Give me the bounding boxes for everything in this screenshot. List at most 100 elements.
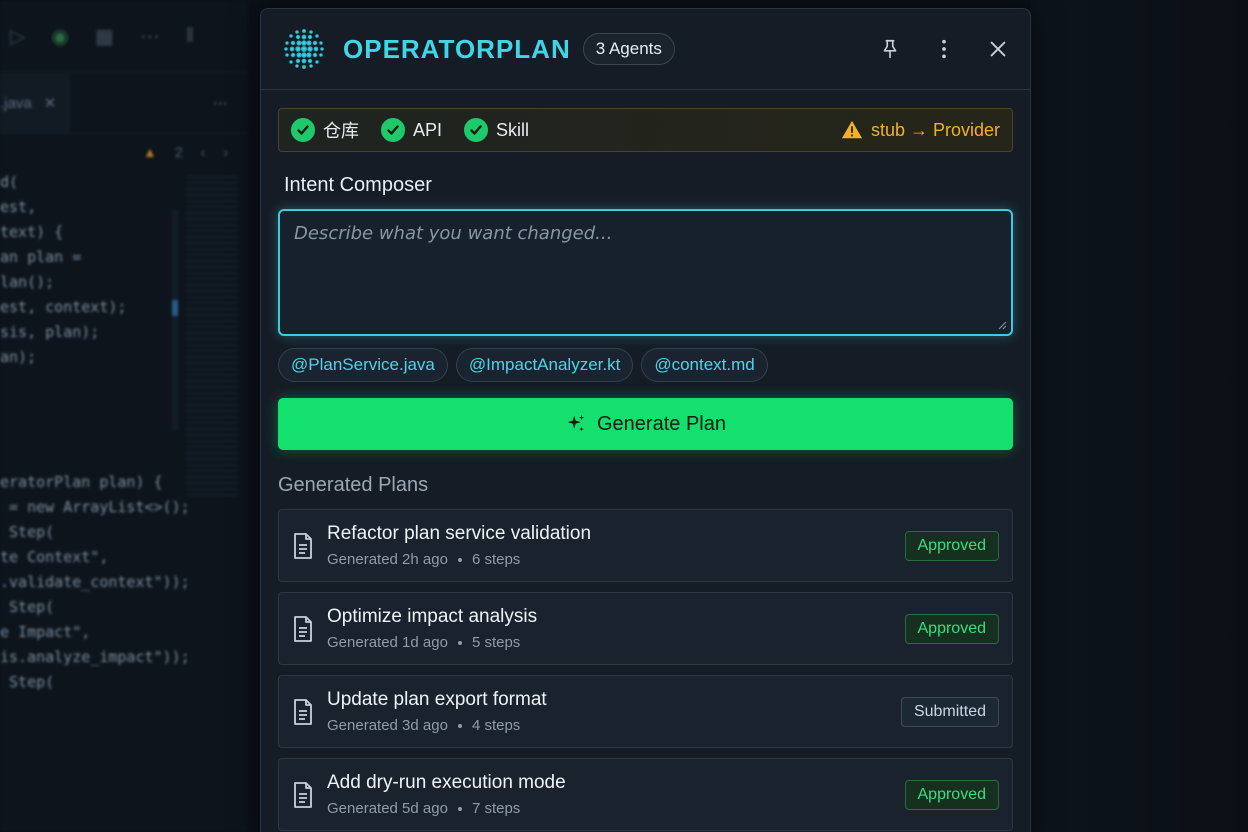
- context-chips: @PlanService.java @ImpactAnalyzer.kt @co…: [278, 348, 1013, 382]
- code-line: is.analyze_impact"));: [0, 648, 190, 666]
- intent-composer-label: Intent Composer: [284, 174, 432, 196]
- plan-item[interactable]: Update plan export format Generated 3d a…: [278, 675, 1013, 748]
- context-chip[interactable]: @PlanService.java: [278, 348, 448, 382]
- plan-steps: 4 steps: [471, 717, 521, 734]
- plan-title: Refactor plan service validation: [327, 523, 592, 544]
- code-line: e Impact",: [0, 623, 91, 641]
- plan-title: Optimize impact analysis: [327, 606, 538, 627]
- separator-dot: [457, 557, 462, 562]
- status-item-skill: Skill: [464, 118, 529, 142]
- pin-icon: [883, 39, 897, 59]
- code-line: Step(: [0, 673, 55, 691]
- check-circle-icon: [291, 118, 315, 142]
- status-badge: Submitted: [900, 696, 999, 727]
- plan-text: Add dry-run execution mode Generated 5d …: [327, 772, 566, 817]
- columns-icon: ‖: [185, 24, 195, 47]
- plan-age: Generated 2h ago: [327, 551, 448, 568]
- background-right: [1031, 0, 1248, 832]
- logo-icon: [281, 26, 327, 72]
- code-line: Step(: [0, 598, 55, 616]
- agents-badge[interactable]: 3 Agents: [582, 33, 675, 65]
- code-line: te Context",: [0, 548, 109, 566]
- grid-icon: ▦: [94, 25, 114, 48]
- plan-title: Add dry-run execution mode: [327, 772, 566, 793]
- status-warning[interactable]: stub → Provider: [841, 119, 1000, 141]
- close-icon: ✕: [43, 95, 57, 112]
- status-badge: Approved: [904, 613, 999, 644]
- plan-item[interactable]: Refactor plan service validation Generat…: [278, 509, 1013, 582]
- run-icon: ▷: [10, 25, 26, 48]
- app-title: OPERATORPLAN: [343, 33, 571, 64]
- plan-age: Generated 5d ago: [327, 800, 448, 817]
- check-circle-icon: [381, 118, 405, 142]
- plan-steps: 6 steps: [471, 551, 521, 568]
- status-label: API: [413, 119, 443, 140]
- more-icon: ⋯: [139, 25, 160, 48]
- close-button[interactable]: [986, 37, 1010, 61]
- ide-toolbar: ▷ ◉ ▦ ⋯ ‖: [0, 0, 248, 72]
- separator-dot: [457, 723, 462, 728]
- check-circle-icon: [464, 118, 489, 142]
- plan-meta: Generated 5d ago 7 steps: [327, 800, 566, 817]
- intent-composer: [278, 209, 1013, 336]
- context-chip[interactable]: @ImpactAnalyzer.kt: [455, 348, 634, 382]
- close-icon: [990, 41, 1006, 57]
- separator-dot: [457, 640, 462, 645]
- header-actions: [878, 37, 1010, 61]
- minimap: [186, 176, 238, 496]
- plan-text: Refactor plan service validation Generat…: [327, 523, 591, 568]
- context-chip[interactable]: @context.md: [641, 348, 768, 382]
- plan-title: Update plan export format: [327, 689, 547, 710]
- ide-tabbar: .java ✕ ⋯: [0, 72, 248, 134]
- plan-meta: Generated 1d ago 5 steps: [327, 634, 537, 651]
- plan-list: Refactor plan service validation Generat…: [278, 509, 1013, 831]
- warning-icon: ▲: [143, 144, 157, 160]
- plan-item[interactable]: Add dry-run execution mode Generated 5d …: [278, 758, 1013, 831]
- separator-dot: [457, 806, 462, 811]
- pin-button[interactable]: [878, 37, 902, 61]
- intent-input[interactable]: [280, 211, 1011, 334]
- panel-content: 仓库 API Skill stub → Provider Intent Comp…: [261, 90, 1030, 831]
- status-label: 仓库: [323, 121, 359, 141]
- code-line: = new ArrayList<>();: [0, 498, 190, 516]
- plan-age: Generated 1d ago: [327, 634, 448, 651]
- status-bar: 仓库 API Skill stub → Provider: [278, 108, 1013, 152]
- scrollbar: [172, 210, 178, 430]
- code-line: .validate_context"));: [0, 573, 190, 591]
- plan-meta: Generated 3d ago 4 steps: [327, 717, 547, 734]
- status-badge: Approved: [904, 779, 999, 810]
- plan-steps: 5 steps: [471, 634, 521, 651]
- status-label: Skill: [496, 119, 530, 140]
- document-icon: [294, 532, 312, 559]
- debug-icon: ◉: [51, 25, 69, 48]
- status-item-repo: 仓库: [291, 117, 359, 143]
- sparkles-icon: [567, 414, 585, 432]
- ide-tab: .java ✕: [0, 72, 71, 134]
- plan-age: Generated 3d ago: [327, 717, 448, 734]
- generate-plan-label: Generate Plan: [597, 412, 726, 435]
- status-badge: Approved: [904, 530, 999, 561]
- chevron-right-icon: ›: [223, 144, 228, 160]
- panel-header: OPERATORPLAN 3 Agents: [261, 9, 1030, 90]
- generate-plan-button[interactable]: Generate Plan: [278, 398, 1013, 450]
- generated-plans-label: Generated Plans: [278, 474, 429, 496]
- status-item-api: API: [381, 118, 442, 142]
- ide-background: ▷ ◉ ▦ ⋯ ‖ .java ✕ ⋯ ▲ 2 ‹ › d(est, text) …: [0, 0, 248, 832]
- plan-text: Update plan export format Generated 3d a…: [327, 689, 547, 734]
- code-line: Step(: [0, 523, 55, 541]
- resize-handle-icon[interactable]: [997, 320, 1007, 330]
- ide-gutter: ▲ 2 ‹ ›: [0, 134, 248, 170]
- plan-meta: Generated 2h ago 6 steps: [327, 551, 591, 568]
- plan-text: Optimize impact analysis Generated 1d ag…: [327, 606, 537, 651]
- ide-tab-label: .java: [0, 94, 32, 112]
- kebab-menu-icon: [942, 39, 946, 59]
- chevron-left-icon: ‹: [200, 144, 206, 160]
- operatorplan-panel: OPERATORPLAN 3 Agents 仓库 API Skill stub …: [260, 8, 1031, 832]
- more-options-button[interactable]: [932, 37, 956, 61]
- warning-icon: [841, 120, 863, 139]
- more-icon: ⋯: [213, 95, 228, 112]
- status-warning-text: stub → Provider: [870, 119, 1000, 140]
- document-icon: [294, 781, 312, 808]
- plan-item[interactable]: Optimize impact analysis Generated 1d ag…: [278, 592, 1013, 665]
- plan-steps: 7 steps: [471, 800, 521, 817]
